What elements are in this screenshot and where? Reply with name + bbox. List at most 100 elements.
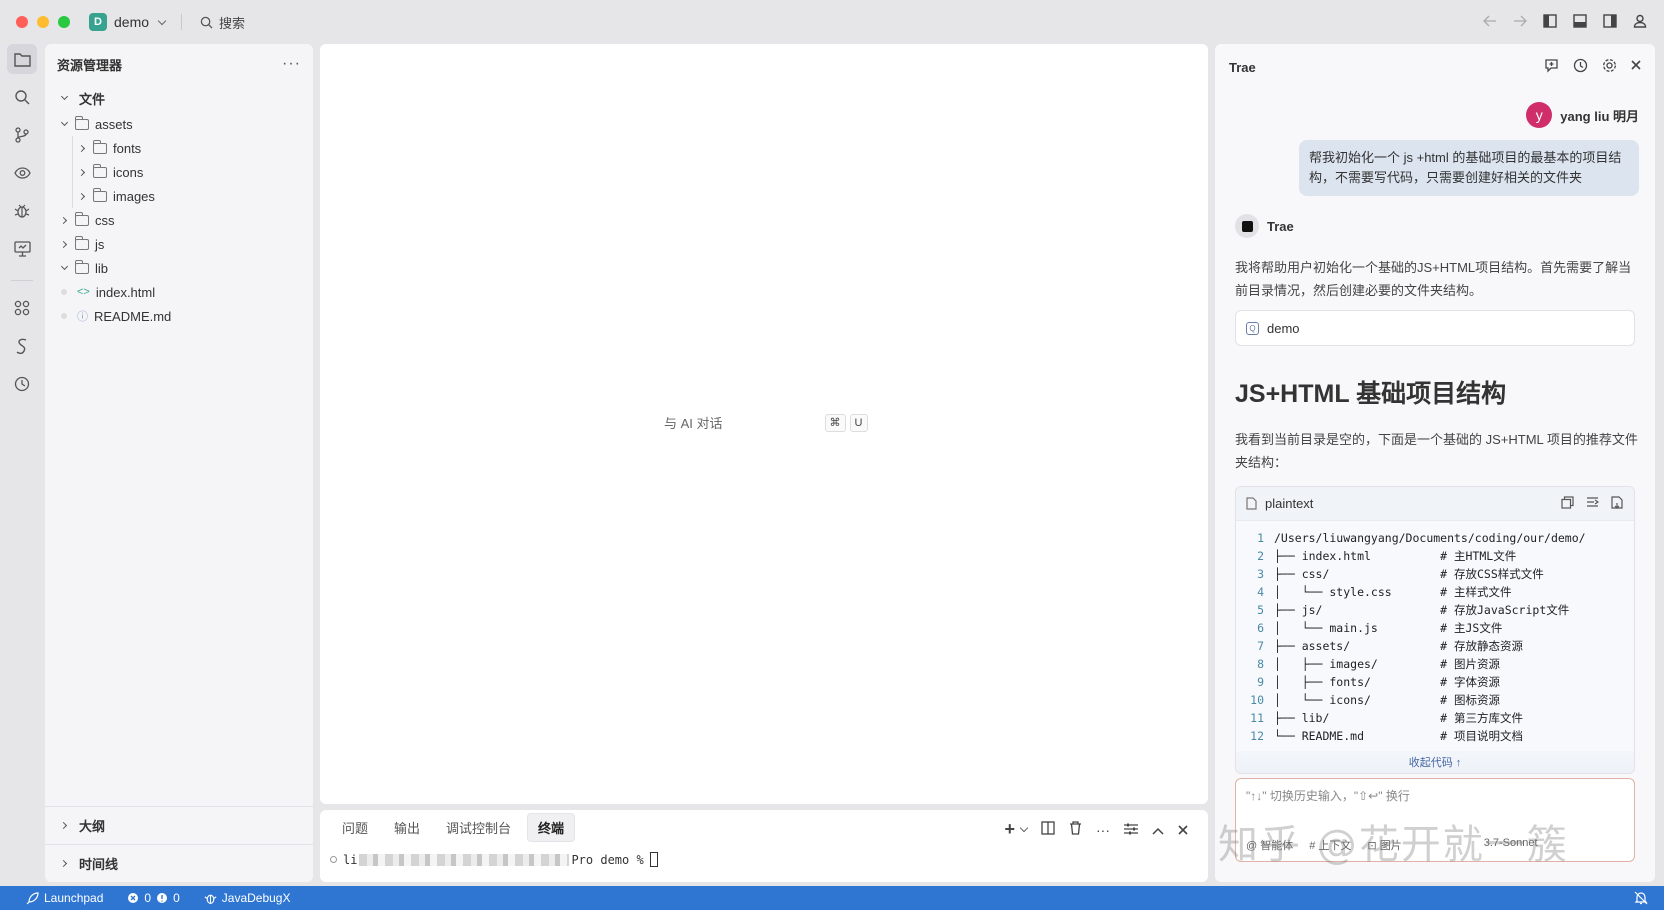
context-button[interactable]: # 上下文: [1309, 837, 1351, 853]
cmd-key: ⌘: [824, 413, 846, 432]
tree-item-assets[interactable]: assets: [45, 112, 313, 136]
tree-item-index-html[interactable]: <> index.html: [45, 280, 313, 304]
maximize-window-button[interactable]: [58, 16, 70, 28]
panel-tab-2[interactable]: 调试控制台: [436, 814, 521, 841]
snippets-icon[interactable]: [7, 331, 37, 361]
gear-icon[interactable]: [1602, 58, 1617, 76]
files-section-header[interactable]: 文件: [45, 84, 313, 112]
code-line: 5 ├── js/ # 存放JavaScript文件: [1236, 601, 1634, 619]
search-activity-icon[interactable]: [7, 82, 37, 112]
toggle-left-panel-icon[interactable]: [1542, 13, 1558, 29]
tree-item-fonts[interactable]: fonts: [45, 136, 313, 160]
insert-code-icon[interactable]: [1586, 496, 1600, 512]
tree-item-css[interactable]: css: [45, 208, 313, 232]
tree-item-readme-md[interactable]: ⓘ README.md: [45, 304, 313, 328]
history-icon[interactable]: [1573, 58, 1588, 76]
launchpad-item[interactable]: Launchpad: [0, 891, 115, 905]
code-line: 9 │ ├── fonts/ # 字体资源: [1236, 673, 1634, 691]
terminal-prefix: li: [343, 852, 358, 867]
tree-item-label: js: [95, 236, 105, 252]
agent-button[interactable]: @ 智能体: [1246, 837, 1293, 853]
new-chat-icon[interactable]: [1544, 58, 1559, 76]
collapse-code-button[interactable]: 收起代码 ↑: [1236, 751, 1634, 773]
account-icon[interactable]: [1632, 13, 1648, 29]
code-block: plaintext 1/Users/liuwangyang/Documents/…: [1235, 486, 1635, 774]
timeline-label: 时间线: [79, 857, 119, 872]
forward-arrow-icon[interactable]: [1512, 13, 1528, 29]
close-panel-icon[interactable]: [1178, 822, 1188, 838]
chevron-right-icon: [57, 819, 71, 833]
tree-item-lib[interactable]: lib: [45, 256, 313, 280]
split-terminal-icon[interactable]: [1041, 821, 1055, 838]
tree-item-images[interactable]: images: [45, 184, 313, 208]
workspace-switcher[interactable]: D demo: [89, 13, 167, 31]
problems-item[interactable]: 0 0: [115, 891, 191, 905]
new-terminal-icon[interactable]: +: [1004, 819, 1015, 840]
line-number: 3: [1257, 567, 1264, 581]
toggle-bottom-panel-icon[interactable]: [1572, 13, 1588, 29]
chevron-down-icon[interactable]: [1019, 823, 1029, 833]
warning-icon: [157, 893, 168, 903]
settings-sliders-icon[interactable]: [1124, 822, 1138, 838]
code-language-label: plaintext: [1265, 496, 1314, 511]
tree-item-icons[interactable]: icons: [45, 160, 313, 184]
user-message: 帮我初始化一个 js +html 的基础项目的最基本的项目结构，不需要写代码，只…: [1299, 140, 1639, 196]
model-selector[interactable]: 3.7-Sonnet: [1484, 837, 1538, 853]
notifications-muted-icon[interactable]: [1634, 891, 1648, 908]
more-actions-icon[interactable]: ···: [282, 55, 301, 73]
more-icon[interactable]: ···: [1096, 822, 1110, 838]
close-icon[interactable]: [1631, 58, 1641, 76]
ai-panel-toolbar: [1544, 58, 1641, 76]
extensions-icon[interactable]: [7, 293, 37, 323]
search-label: 搜索: [219, 15, 246, 31]
outline-section[interactable]: 大纲: [45, 806, 313, 844]
image-button[interactable]: ⊡ 图片: [1367, 837, 1401, 853]
bug-icon[interactable]: [7, 196, 37, 226]
chat-input-placeholder: "↑↓" 切换历史输入，"⇧↩" 换行: [1246, 789, 1410, 803]
u-key: U: [849, 413, 868, 432]
bot-name: Trae: [1267, 218, 1294, 234]
file-tree: assets fonts icons images css js lib <> index.ht…: [45, 112, 313, 328]
minimize-window-button[interactable]: [37, 16, 49, 28]
avatar: y: [1526, 102, 1553, 128]
title-actions: [1482, 13, 1648, 29]
workspace-name: demo: [114, 14, 150, 30]
apply-code-icon[interactable]: [1611, 495, 1624, 512]
timer-icon[interactable]: [7, 369, 37, 399]
bug-icon: [204, 894, 217, 904]
source-control-icon[interactable]: [7, 120, 37, 150]
panel-tab-0[interactable]: 问题: [332, 814, 378, 841]
context-chip[interactable]: Q demo: [1235, 310, 1635, 346]
trash-icon[interactable]: [1069, 821, 1082, 838]
chevron-right-icon: [75, 165, 89, 179]
java-debug-item[interactable]: JavaDebugX: [192, 891, 303, 905]
explorer-activity-icon[interactable]: [7, 44, 37, 74]
panel-tab-3[interactable]: 终端: [527, 812, 576, 842]
ai-panel-header: Trae: [1215, 44, 1655, 90]
line-number: 5: [1257, 603, 1264, 617]
divider: [181, 14, 183, 30]
line-number: 9: [1257, 675, 1264, 689]
tree-item-js[interactable]: js: [45, 232, 313, 256]
folder-icon: [75, 211, 89, 226]
editor-area[interactable]: 与 AI 对话 ⌘ U: [320, 44, 1208, 804]
folder-icon: [75, 259, 89, 274]
global-search[interactable]: 搜索: [200, 13, 245, 32]
maximize-panel-icon[interactable]: [1152, 822, 1164, 838]
run-debug-eye-icon[interactable]: [7, 158, 37, 188]
panel-tab-1[interactable]: 输出: [384, 814, 430, 841]
remote-monitor-icon[interactable]: [7, 234, 37, 264]
tree-item-label: fonts: [113, 140, 142, 156]
code-toolbar: [1561, 495, 1624, 512]
code-line: 12 └── README.md # 项目说明文档: [1236, 727, 1634, 745]
timeline-section[interactable]: 时间线: [45, 844, 313, 882]
back-arrow-icon[interactable]: [1482, 13, 1498, 29]
terminal-line[interactable]: li Pro demo %: [330, 852, 658, 867]
chevron-down-icon: [57, 91, 71, 105]
code-text: ├── assets/ # 存放静态资源: [1274, 639, 1524, 653]
copy-icon[interactable]: [1561, 495, 1574, 512]
toggle-right-panel-icon[interactable]: [1602, 13, 1618, 29]
window-controls: [16, 16, 70, 28]
close-window-button[interactable]: [16, 16, 28, 28]
chat-input[interactable]: "↑↓" 切换历史输入，"⇧↩" 换行 @ 智能体 # 上下文 ⊡ 图片 3.7…: [1235, 778, 1635, 862]
